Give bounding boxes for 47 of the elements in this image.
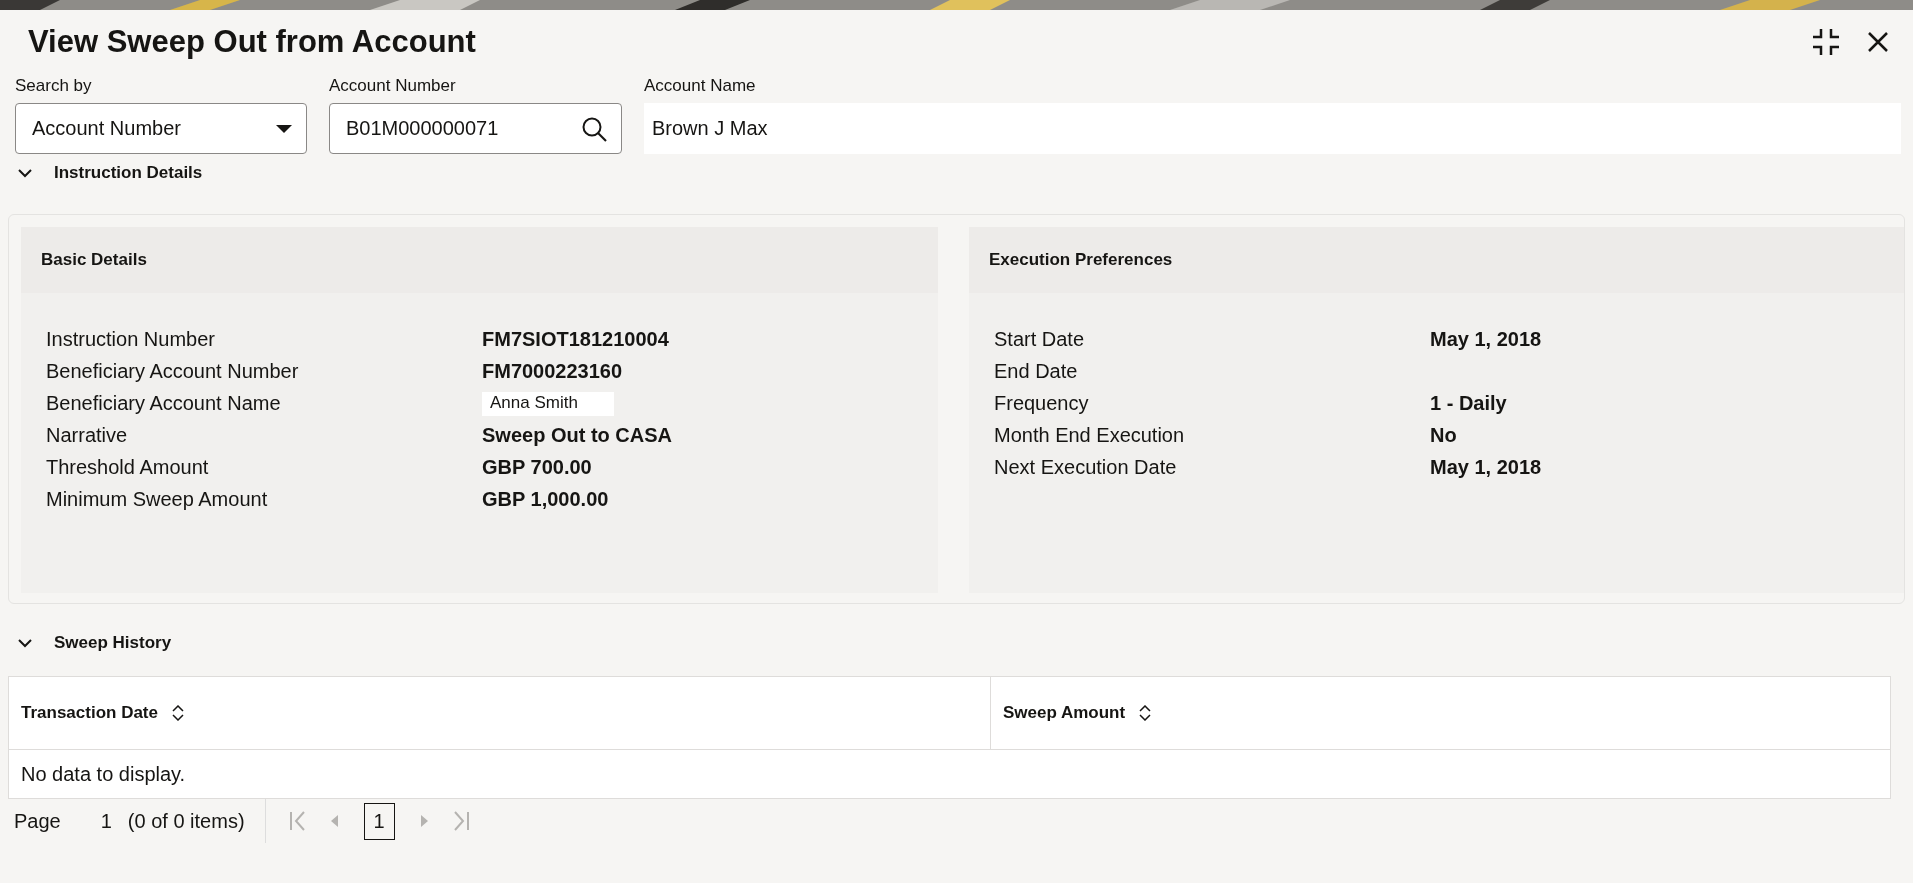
card-header: Basic Details <box>21 227 938 293</box>
field-label: End Date <box>994 359 1079 384</box>
field-label: Minimum Sweep Amount <box>46 487 269 512</box>
field-label: Instruction Number <box>46 327 216 352</box>
page-button[interactable]: 1 <box>363 802 395 840</box>
field-value: GBP 700.00 <box>482 456 592 479</box>
field-value: GBP 1,000.00 <box>482 488 609 511</box>
field-label: Account Name <box>644 76 757 96</box>
account-name-value: Brown J Max <box>644 103 1901 154</box>
column-header[interactable]: Sweep Amount <box>1003 703 1126 723</box>
field-label: Month End Execution <box>994 423 1186 448</box>
caret-icon <box>276 123 292 134</box>
close-icon[interactable] <box>1867 31 1889 53</box>
collapse-icon[interactable] <box>1811 27 1841 57</box>
field-label: Beneficiary Account Name <box>46 391 282 416</box>
field-value: 1 - Daily <box>1430 392 1507 415</box>
items-summary: (0 of 0 items) <box>127 799 266 843</box>
chevron-down-icon[interactable] <box>16 166 34 180</box>
field-label: Narrative <box>46 423 129 448</box>
field-value: FM7SIOT181210004 <box>482 328 669 351</box>
empty-message: No data to display. <box>20 761 187 787</box>
field-value: May 1, 2018 <box>1430 328 1542 351</box>
account-dropdown[interactable]: Account Number <box>15 103 307 154</box>
field-value: Sweep Out to CASA <box>482 424 672 447</box>
field-label: Next Execution Date <box>994 455 1178 480</box>
field-value: No <box>1430 424 1457 447</box>
field-label: Frequency <box>994 391 1090 416</box>
card-header: Execution Preferences <box>969 227 1904 293</box>
chevron-down-icon[interactable] <box>16 636 34 650</box>
section-title: Instruction Details <box>54 163 203 183</box>
section-title: Sweep History <box>54 633 172 653</box>
field-value: Anna Smith <box>482 391 614 416</box>
page-label: Page <box>14 809 61 833</box>
page-number: 1 <box>100 809 112 833</box>
sort-icon[interactable] <box>172 705 184 721</box>
field-label: Start Date <box>994 327 1086 352</box>
field-label: Account Number <box>329 76 457 96</box>
account-number-field[interactable]: B01M000000071 <box>329 103 622 154</box>
field-label: Threshold Amount <box>46 455 210 480</box>
field-label: Beneficiary Account Number <box>46 359 300 384</box>
field-value: FM7000223160 <box>482 360 623 383</box>
field-value: May 1, 2018 <box>1430 456 1542 479</box>
window-title: View Sweep Out from Account <box>28 24 476 60</box>
field-label: Search by <box>15 76 93 96</box>
search-icon[interactable] <box>581 115 607 142</box>
sort-icon[interactable] <box>1139 705 1152 721</box>
column-header[interactable]: Transaction Date <box>21 703 158 723</box>
